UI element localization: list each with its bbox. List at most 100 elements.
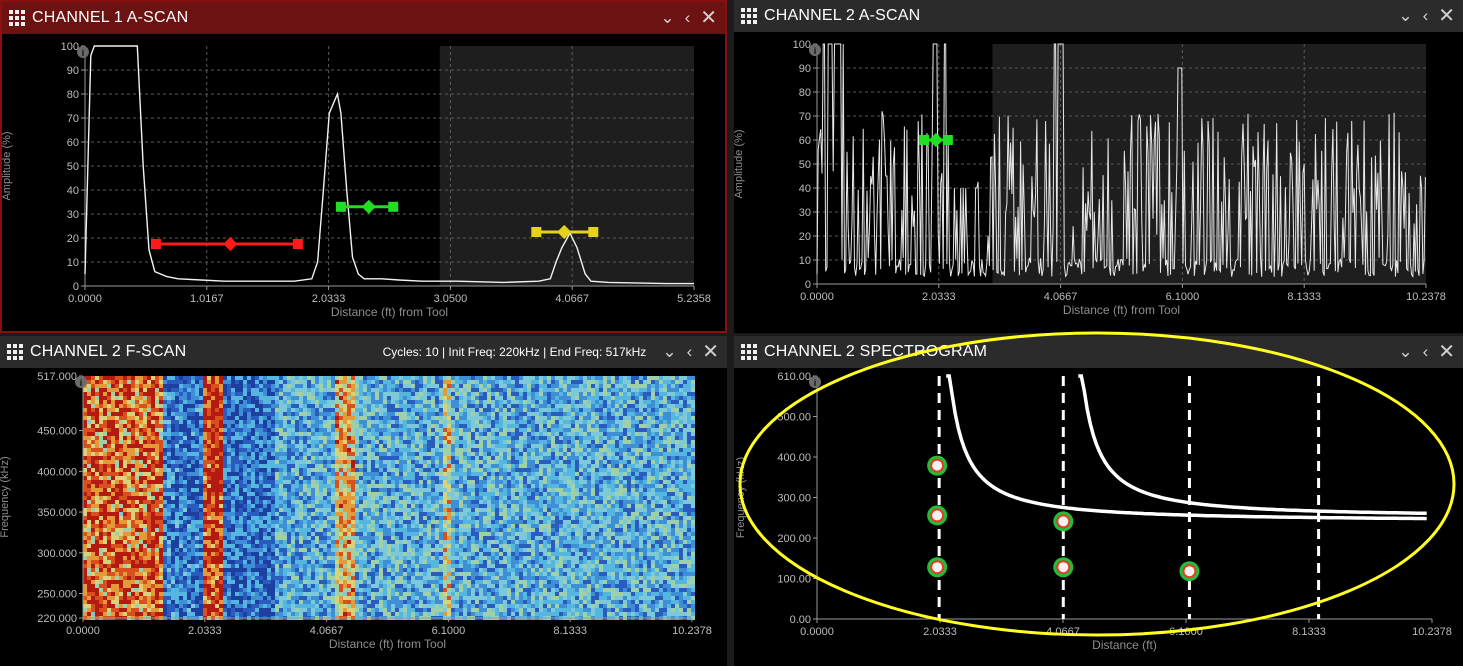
- y-axis-label: Frequency (kHz): [0, 456, 11, 537]
- chevron-down-icon[interactable]: ⌄: [1398, 343, 1412, 361]
- channel-2-fscan-panel[interactable]: CHANNEL 2 F-SCAN Cycles: 10 | Init Freq:…: [0, 336, 727, 666]
- grid-icon[interactable]: [741, 344, 757, 360]
- y-tick-label: 220.000: [37, 613, 77, 625]
- y-tick-label: 450.000: [37, 426, 77, 438]
- y-tick-label: 400.00: [777, 452, 811, 464]
- panel-title: CHANNEL 1 A-SCAN: [32, 9, 189, 26]
- y-tick-label: 300.00: [777, 493, 811, 505]
- heatmap-cells: [83, 376, 695, 620]
- spectrogram-blob: [932, 460, 943, 471]
- x-axis-label: Distance (ft) from Tool: [1063, 303, 1180, 317]
- gate-start-handle: [919, 135, 930, 145]
- x-axis-label: Distance (ft) from Tool: [329, 637, 446, 651]
- info-icon: i: [80, 378, 83, 388]
- x-tick-label: 10.2378: [1406, 291, 1446, 303]
- y-tick-label: 20: [67, 233, 79, 245]
- x-tick-label: 0.0000: [800, 291, 834, 303]
- x-tick-label: 6.1000: [432, 625, 466, 637]
- chevron-down-icon[interactable]: ⌄: [660, 9, 674, 27]
- x-tick-label: 3.0500: [434, 293, 468, 305]
- fscan-heatmap[interactable]: 0.0000 2.0333 4.0667 6.1000 8.1333 10.2378 517…: [0, 368, 727, 666]
- x-tick-label: 4.0667: [1044, 291, 1078, 303]
- y-tick-label: 350.000: [37, 507, 77, 519]
- panel-header[interactable]: CHANNEL 1 A-SCAN ⌄ ‹ ✕: [2, 2, 725, 34]
- x-axis-label: Distance (ft): [1092, 638, 1157, 652]
- x-tick-label: 4.0667: [555, 293, 589, 305]
- close-icon[interactable]: ✕: [702, 342, 719, 362]
- spectrogram-blob: [932, 510, 943, 521]
- y-tick-label: 10: [799, 255, 811, 267]
- x-tick-label: 10.2378: [672, 625, 712, 637]
- x-tick-label: 2.0333: [312, 293, 346, 305]
- y-tick-label: 10: [67, 257, 79, 269]
- grid-icon[interactable]: [741, 8, 757, 24]
- grid-icon[interactable]: [9, 10, 25, 26]
- gate-start-handle: [335, 201, 346, 212]
- x-tick-label: 6.1000: [1166, 291, 1200, 303]
- y-tick-label: 80: [799, 87, 811, 99]
- x-tick-label: 4.0667: [1046, 626, 1080, 638]
- spectrogram-blob: [1058, 516, 1069, 527]
- panel-header[interactable]: CHANNEL 2 A-SCAN ⌄ ‹ ✕: [734, 0, 1463, 32]
- y-tick-label: 60: [799, 135, 811, 147]
- x-tick-label: 2.0333: [188, 625, 222, 637]
- y-tick-label: 250.000: [37, 589, 77, 601]
- chevron-left-icon[interactable]: ‹: [685, 9, 691, 27]
- y-tick-label: 40: [799, 183, 811, 195]
- x-tick-label: 6.1000: [1169, 626, 1203, 638]
- x-tick-label: 0.0000: [68, 293, 102, 305]
- info-icon: i: [814, 46, 817, 56]
- y-tick-label: 40: [67, 185, 79, 197]
- spectrogram-chart[interactable]: 0.0000 2.0333 4.0667 6.1000 8.1333 10.2378 0.0…: [734, 368, 1463, 666]
- panel-header[interactable]: CHANNEL 2 SPECTROGRAM ⌄ ‹ ✕: [734, 336, 1463, 368]
- y-tick-label: 90: [799, 63, 811, 75]
- y-tick-label: 200.00: [777, 533, 811, 545]
- x-tick-label: 4.0667: [310, 625, 344, 637]
- gate-end-handle: [588, 227, 599, 237]
- panel-header[interactable]: CHANNEL 2 F-SCAN Cycles: 10 | Init Freq:…: [0, 336, 727, 368]
- grid-icon[interactable]: [7, 344, 23, 360]
- x-tick-label: 0.0000: [800, 626, 834, 638]
- close-icon[interactable]: ✕: [1438, 342, 1455, 362]
- y-tick-label: 100: [61, 41, 79, 53]
- y-tick-label: 610.00: [777, 371, 811, 383]
- y-tick-label: 0: [805, 279, 811, 291]
- chevron-left-icon[interactable]: ‹: [687, 343, 693, 361]
- panel-title: CHANNEL 2 SPECTROGRAM: [764, 343, 988, 360]
- info-icon: i: [814, 378, 817, 388]
- gate-end-handle: [292, 239, 303, 249]
- y-tick-label: 400.000: [37, 466, 77, 478]
- x-axis-label: Distance (ft) from Tool: [331, 305, 448, 319]
- spectrogram-blob: [1184, 566, 1195, 577]
- x-tick-label: 10.2378: [1412, 626, 1452, 638]
- x-tick-label: 8.1333: [1287, 291, 1321, 303]
- y-tick-label: 20: [799, 231, 811, 243]
- info-icon: i: [82, 48, 85, 58]
- y-axis-label: Frequency (kHz): [735, 457, 747, 538]
- channel-2-ascan-panel[interactable]: CHANNEL 2 A-SCAN ⌄ ‹ ✕ 0.0000 2.0333 4.066…: [734, 0, 1463, 333]
- close-icon[interactable]: ✕: [1438, 6, 1455, 26]
- y-tick-label: 60: [67, 137, 79, 149]
- x-tick-label: 1.0167: [190, 293, 224, 305]
- chevron-down-icon[interactable]: ⌄: [1398, 7, 1412, 25]
- ascan-chart[interactable]: 0.0000 1.0167 2.0333 3.0500 4.0667 5.2358 0 10 2…: [2, 34, 727, 333]
- y-tick-label: 50: [67, 161, 79, 173]
- y-tick-label: 30: [67, 209, 79, 221]
- channel-2-spectrogram-panel[interactable]: CHANNEL 2 SPECTROGRAM ⌄ ‹ ✕ 0.0000 2.0333…: [734, 336, 1463, 666]
- panel-title: CHANNEL 2 A-SCAN: [764, 7, 921, 24]
- channel-1-ascan-panel[interactable]: CHANNEL 1 A-SCAN ⌄ ‹ ✕ 0.0000 1.0167 2.033…: [0, 0, 727, 333]
- plot-area: [817, 376, 1432, 619]
- gate-start-handle: [531, 227, 542, 237]
- y-tick-label: 100.00: [777, 574, 811, 586]
- close-icon[interactable]: ✕: [700, 8, 717, 28]
- y-tick-label: 300.000: [37, 548, 77, 560]
- gate-start-handle: [150, 239, 161, 249]
- y-tick-label: 80: [67, 89, 79, 101]
- x-tick-label: 0.0000: [66, 625, 100, 637]
- spectrogram-blob: [1058, 562, 1069, 573]
- y-tick-label: 100: [793, 39, 811, 51]
- chevron-left-icon[interactable]: ‹: [1423, 7, 1429, 25]
- chevron-left-icon[interactable]: ‹: [1423, 343, 1429, 361]
- ascan-chart[interactable]: 0.0000 2.0333 4.0667 6.1000 8.1333 10.2378 0 10…: [734, 32, 1463, 333]
- chevron-down-icon[interactable]: ⌄: [662, 343, 676, 361]
